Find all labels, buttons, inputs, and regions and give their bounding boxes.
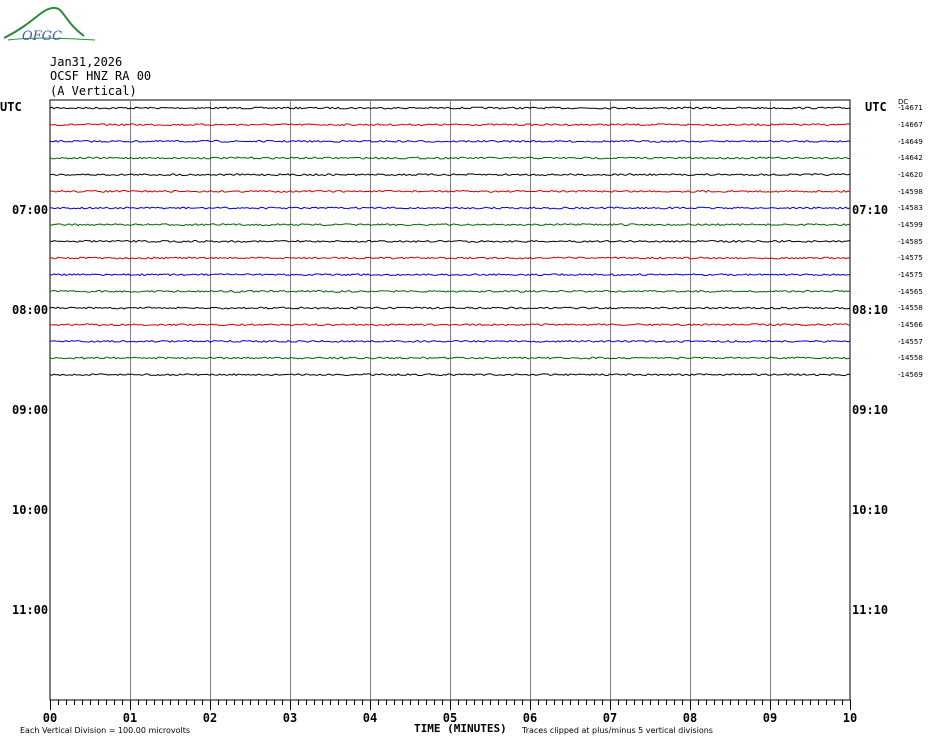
dc-value: -14566 <box>898 321 923 329</box>
dc-value: -14599 <box>898 221 923 229</box>
dc-value: -14667 <box>898 121 923 129</box>
x-tick-label: 09 <box>762 711 778 725</box>
x-tick-label: 01 <box>122 711 138 725</box>
right-time-tick: 11:10 <box>852 603 889 617</box>
left-time-tick: 11:00 <box>12 603 49 617</box>
dc-value: -14671 <box>898 104 923 112</box>
utc-label-left: UTC <box>0 100 22 114</box>
dc-value: -14649 <box>898 138 923 146</box>
dc-value: -14558 <box>898 354 923 362</box>
dc-value: -14569 <box>898 371 923 379</box>
x-tick-label: 07 <box>602 711 618 725</box>
dc-value: -14558 <box>898 304 923 312</box>
utc-label-right: UTC <box>865 100 887 114</box>
x-tick-label: 10 <box>842 711 858 725</box>
x-tick-label: 08 <box>682 711 698 725</box>
dc-value: -14620 <box>898 171 923 179</box>
x-axis-title: TIME (MINUTES) <box>414 722 507 735</box>
dc-value: -14583 <box>898 204 923 212</box>
left-time-tick: 07:00 <box>12 203 49 217</box>
right-time-tick: 07:10 <box>852 203 889 217</box>
x-tick-label: 02 <box>202 711 218 725</box>
x-tick-label: 03 <box>282 711 298 725</box>
right-time-tick: 09:10 <box>852 403 889 417</box>
right-time-tick: 08:10 <box>852 303 889 317</box>
seismogram-plot <box>49 99 851 710</box>
dc-value: -14575 <box>898 254 923 262</box>
left-time-tick: 08:00 <box>12 303 49 317</box>
footer-clip-note: Traces clipped at plus/minus 5 vertical … <box>522 726 713 735</box>
x-tick-label: 00 <box>42 711 58 725</box>
dc-value: -14642 <box>898 154 923 162</box>
x-tick-label: 06 <box>522 711 538 725</box>
x-tick-label: 04 <box>362 711 378 725</box>
dc-value: -14585 <box>898 238 923 246</box>
dc-value: -14575 <box>898 271 923 279</box>
left-time-tick: 10:00 <box>12 503 49 517</box>
dc-value: -14598 <box>898 188 923 196</box>
right-time-tick: 10:10 <box>852 503 889 517</box>
left-time-tick: 09:00 <box>12 403 49 417</box>
footer-scale-note: Each Vertical Division = 100.00 microvol… <box>20 726 191 735</box>
dc-value: -14557 <box>898 338 923 346</box>
dc-value: -14565 <box>898 288 923 296</box>
